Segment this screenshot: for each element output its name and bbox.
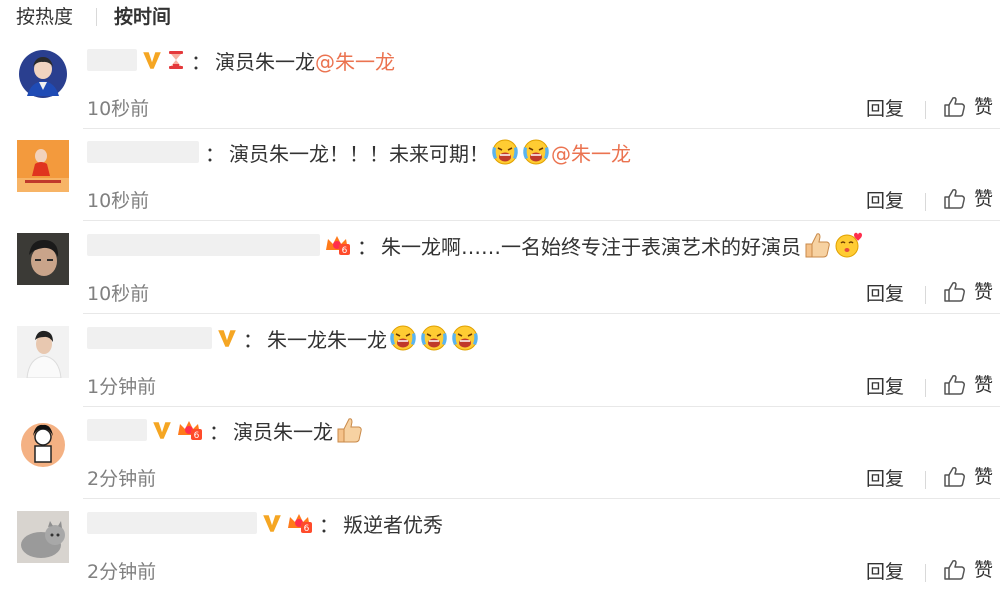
comment-item: ： 演员朱一龙！！！未来可期！ @朱一龙 10秒前 回复 赞 (0, 129, 1000, 221)
action-divider (925, 564, 926, 582)
laugh-cry-emoji-icon (490, 137, 520, 167)
action-divider (925, 101, 926, 119)
comment-header: ： 演员朱一龙 @朱一龙 (87, 45, 395, 75)
comment-item: ： 朱一龙啊……一名始终专注于表演艺术的好演员 10秒前 回复 赞 (0, 222, 1000, 314)
verified-v-icon (216, 327, 238, 349)
comment-text: 演员朱一龙！！！未来可期！ (229, 141, 489, 166)
verified-v-icon (141, 49, 163, 71)
fan-badge-icon (324, 234, 352, 256)
comment-header: ： 演员朱一龙 (87, 415, 364, 445)
comment-text: 叛逆者优秀 (343, 512, 443, 537)
verified-v-icon (261, 512, 283, 534)
action-divider (925, 379, 926, 397)
comment-item: ： 演员朱一龙 2分钟前 回复 赞 (0, 407, 1000, 499)
mention-link[interactable]: @朱一龙 (551, 138, 631, 167)
thumbs-up-emoji-icon (802, 230, 832, 260)
laugh-cry-emoji-icon (450, 323, 480, 353)
fan-badge-icon (176, 419, 204, 441)
laugh-cry-emoji-icon (419, 323, 449, 353)
like-label: 赞 (974, 281, 994, 303)
laugh-cry-emoji-icon (388, 323, 418, 353)
comment-text: 朱一龙朱一龙 (267, 327, 387, 352)
kiss-heart-emoji-icon (833, 230, 863, 260)
reply-button[interactable]: 回复 (866, 189, 904, 213)
divider (83, 220, 1000, 221)
action-divider (925, 193, 926, 211)
comment-header: ： 朱一龙啊……一名始终专注于表演艺术的好演员 (87, 230, 863, 260)
like-button[interactable]: 赞 (943, 373, 993, 397)
thumbs-up-icon (943, 95, 967, 119)
comment-time: 10秒前 (87, 283, 150, 305)
comment-time: 1分钟前 (87, 376, 157, 398)
action-divider (925, 471, 926, 489)
avatar[interactable] (17, 48, 69, 100)
reply-button[interactable]: 回复 (866, 560, 904, 584)
reply-button[interactable]: 回复 (866, 282, 904, 306)
username-redacted[interactable] (87, 234, 320, 256)
thumbs-up-icon (943, 465, 967, 489)
avatar[interactable] (17, 233, 69, 285)
avatar[interactable] (17, 418, 69, 470)
like-label: 赞 (974, 466, 994, 488)
like-button[interactable]: 赞 (943, 280, 993, 304)
sort-bar: 按热度 按时间 (0, 0, 1000, 36)
divider (83, 313, 1000, 314)
like-button[interactable]: 赞 (943, 187, 993, 211)
comment-text: 朱一龙啊……一名始终专注于表演艺术的好演员 (381, 234, 801, 259)
sort-divider (96, 8, 97, 26)
username-redacted[interactable] (87, 327, 212, 349)
comment-header: ： 叛逆者优秀 (87, 508, 443, 538)
action-divider (925, 286, 926, 304)
avatar[interactable] (17, 511, 69, 563)
comment-header: ： 朱一龙朱一龙 (87, 323, 480, 353)
username-redacted[interactable] (87, 141, 199, 163)
laugh-cry-emoji-icon (521, 137, 551, 167)
comment-item: ： 朱一龙朱一龙 1分钟前 回复 赞 (0, 315, 1000, 407)
comment-item: ： 叛逆者优秀 2分钟前 回复 赞 (0, 500, 1000, 592)
comment-text: 演员朱一龙 (233, 419, 333, 444)
reply-button[interactable]: 回复 (866, 375, 904, 399)
sort-by-time-tab[interactable]: 按时间 (114, 4, 171, 30)
like-label: 赞 (974, 188, 994, 210)
username-redacted[interactable] (87, 49, 137, 71)
comment-time: 10秒前 (87, 98, 150, 120)
like-button[interactable]: 赞 (943, 558, 993, 582)
comment-time: 10秒前 (87, 190, 150, 212)
comment-item: ： 演员朱一龙 @朱一龙 10秒前 回复 赞 (0, 37, 1000, 129)
hourglass-icon (166, 49, 186, 71)
fan-badge-icon (286, 512, 314, 534)
thumbs-up-icon (943, 558, 967, 582)
sort-by-hot-tab[interactable]: 按热度 (16, 4, 73, 30)
reply-button[interactable]: 回复 (866, 467, 904, 491)
thumbs-up-icon (943, 373, 967, 397)
reply-button[interactable]: 回复 (866, 97, 904, 121)
comment-time: 2分钟前 (87, 468, 157, 490)
thumbs-up-emoji-icon (334, 415, 364, 445)
thumbs-up-icon (943, 280, 967, 304)
thumbs-up-icon (943, 187, 967, 211)
like-label: 赞 (974, 559, 994, 581)
like-label: 赞 (974, 96, 994, 118)
comment-text: 演员朱一龙 (215, 49, 315, 74)
mention-link[interactable]: @朱一龙 (315, 46, 395, 75)
like-label: 赞 (974, 374, 994, 396)
username-redacted[interactable] (87, 419, 147, 441)
like-button[interactable]: 赞 (943, 95, 993, 119)
username-redacted[interactable] (87, 512, 257, 534)
avatar[interactable] (17, 326, 69, 378)
avatar[interactable] (17, 140, 69, 192)
verified-v-icon (151, 419, 173, 441)
like-button[interactable]: 赞 (943, 465, 993, 489)
divider (83, 498, 1000, 499)
comment-time: 2分钟前 (87, 561, 157, 583)
comment-header: ： 演员朱一龙！！！未来可期！ @朱一龙 (87, 137, 631, 167)
